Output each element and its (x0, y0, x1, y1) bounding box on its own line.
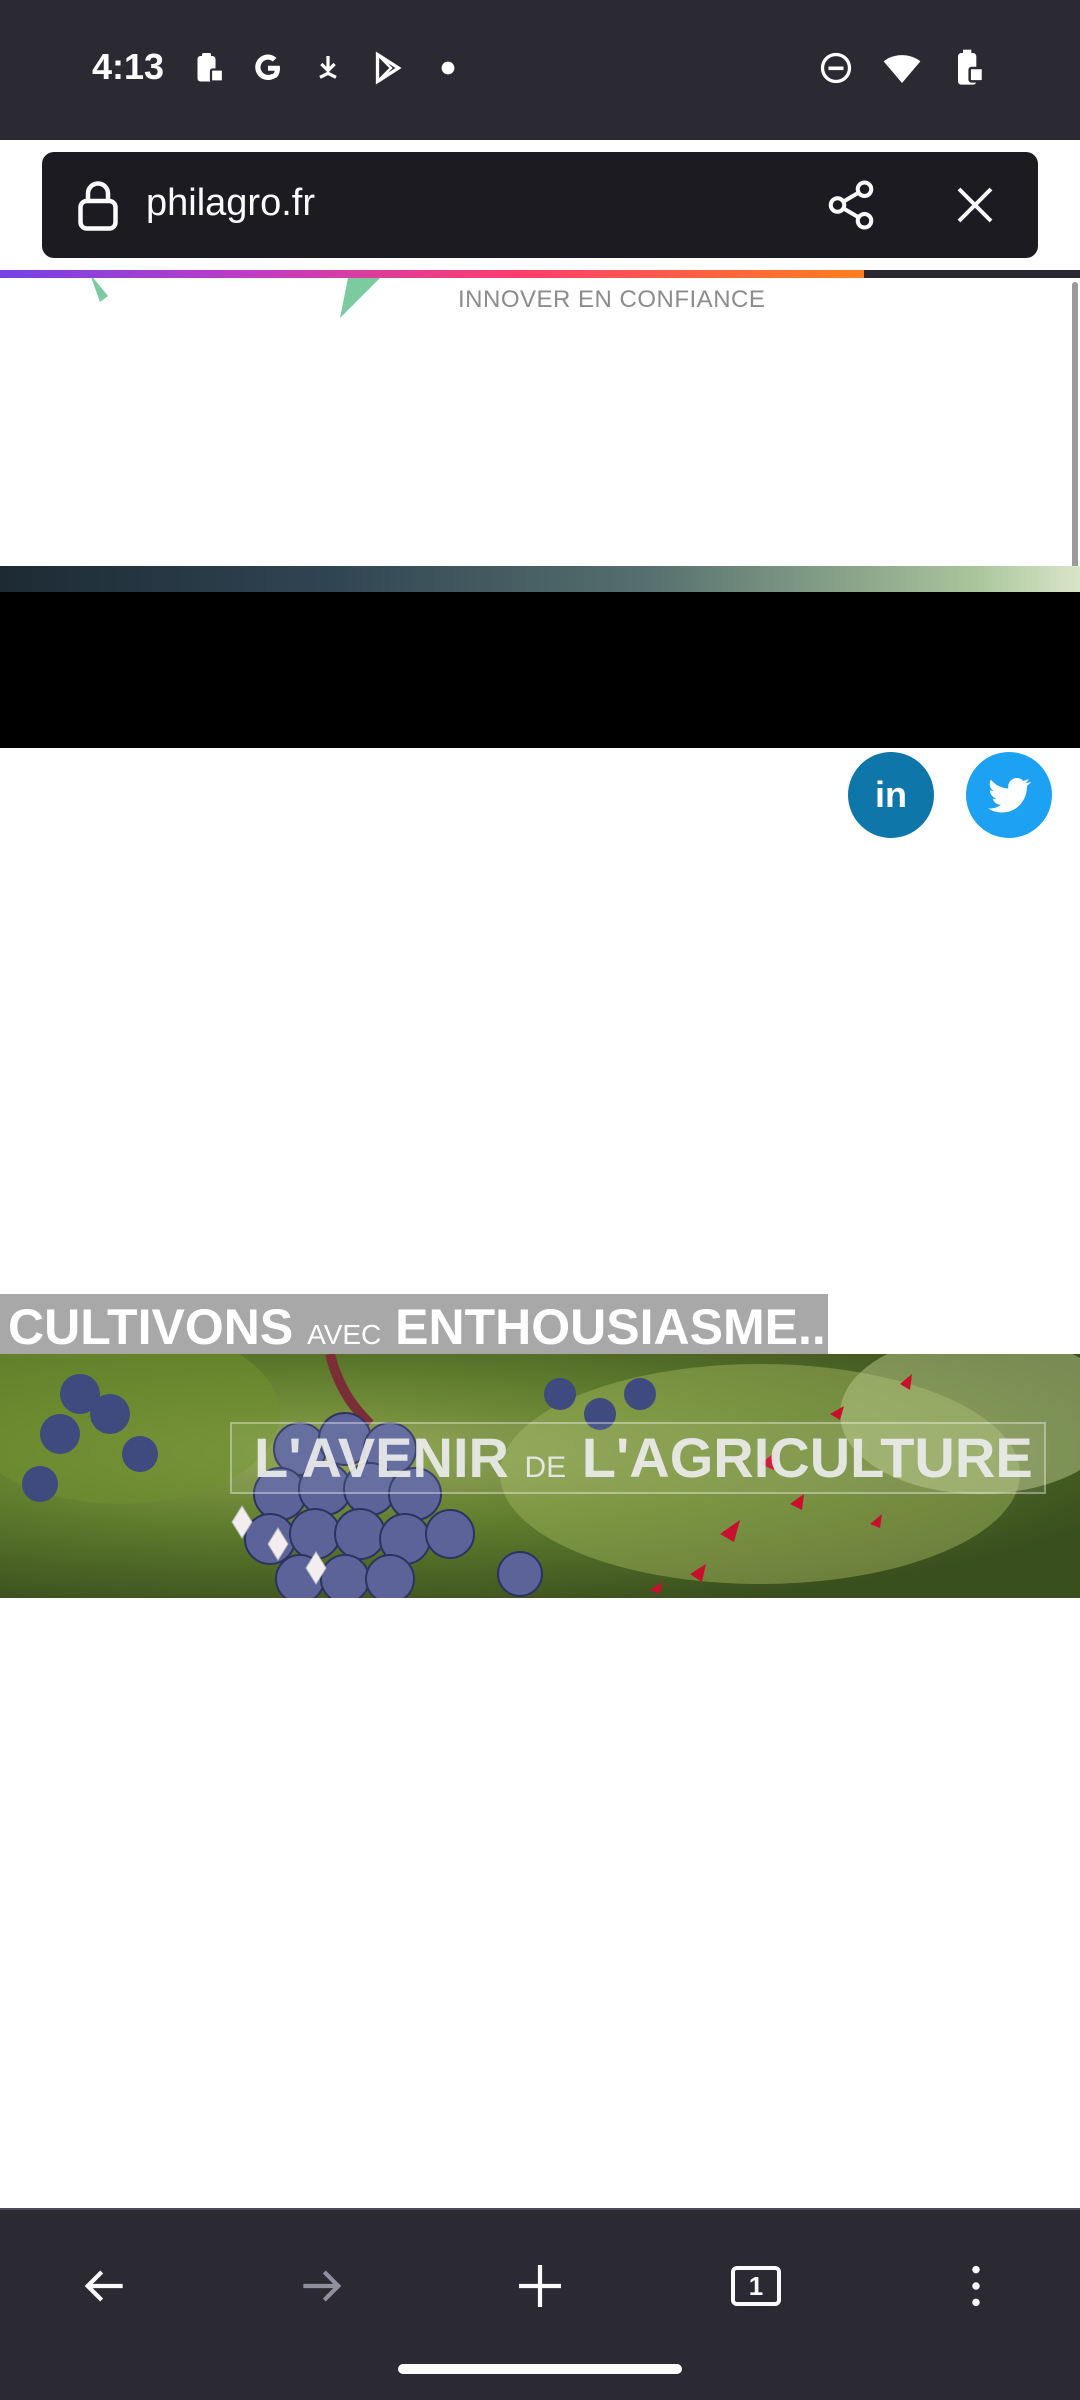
logo-shape-icon (340, 278, 380, 318)
share-icon (828, 180, 874, 230)
menu-button[interactable] (936, 2246, 1016, 2326)
dot-icon (428, 48, 468, 88)
banner-subtitle-part1: L'AVENIR (254, 1426, 509, 1489)
twitter-icon (988, 778, 1032, 813)
logo-tagline: INNOVER EN CONFIANCE (458, 286, 766, 313)
new-tab-button[interactable] (500, 2246, 580, 2326)
gesture-bar[interactable] (398, 2364, 682, 2374)
tab-counter-button[interactable]: 1 (716, 2246, 796, 2326)
banner-headline-small: AVEC (307, 1319, 382, 1350)
linkedin-button[interactable]: in (848, 752, 934, 838)
banner-headline-part2: ENTHOUSIASME... (395, 1299, 840, 1355)
twitter-button[interactable] (966, 752, 1052, 838)
download-icon (308, 48, 348, 88)
url-text[interactable]: philagro.fr (146, 182, 315, 225)
google-icon (248, 48, 288, 88)
battery-icon (948, 48, 988, 88)
page-load-progress (0, 270, 1080, 278)
status-left-icons (188, 48, 468, 88)
banner-headline: CULTIVONS AVEC ENTHOUSIASME... (0, 1294, 840, 1360)
play-store-icon (368, 48, 408, 88)
banner-subtitle-small: DE (524, 1451, 567, 1484)
logo-leaf-icon (91, 278, 108, 302)
share-button[interactable] (818, 172, 884, 238)
more-vert-icon (972, 2265, 980, 2307)
hero-image-strip (0, 566, 1080, 592)
do-not-disturb-icon (816, 48, 856, 88)
linkedin-icon: in (875, 774, 907, 815)
clipboard-lock-icon (188, 48, 228, 88)
hero-media (0, 592, 1080, 748)
status-right-icons (816, 48, 988, 88)
close-button[interactable] (942, 172, 1008, 238)
back-arrow-icon (84, 2270, 123, 2302)
plus-icon (519, 2265, 561, 2307)
forward-arrow-icon (303, 2270, 342, 2302)
url-bar[interactable]: philagro.fr (42, 152, 1038, 258)
web-page[interactable]: INNOVER EN CONFIANCE in CULTIVONS AVEC E… (0, 278, 1080, 2208)
lock-icon[interactable] (68, 176, 128, 236)
tab-count: 1 (731, 2266, 781, 2306)
banner-headline-part1: CULTIVONS (8, 1299, 294, 1355)
status-bar: 4:13 (0, 0, 1080, 140)
page-load-progress-fill (0, 270, 864, 278)
forward-button[interactable] (282, 2246, 362, 2326)
banner-subtitle-part2: L'AGRICULTURE (581, 1426, 1033, 1489)
close-icon (957, 187, 993, 223)
status-time: 4:13 (92, 46, 165, 87)
back-button[interactable] (64, 2246, 144, 2326)
wifi-icon (882, 48, 922, 88)
banner-subtitle: L'AVENIR DE L'AGRICULTURE (230, 1422, 1046, 1494)
